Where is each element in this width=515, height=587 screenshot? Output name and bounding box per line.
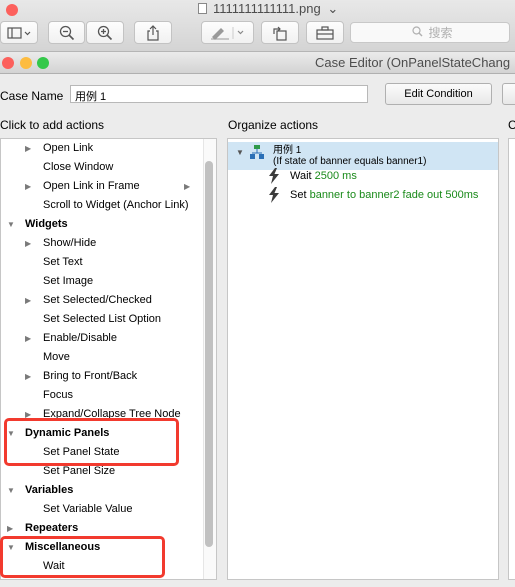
zoom-out-icon bbox=[59, 25, 75, 41]
preview-title: 1111111111111.png ⌄ bbox=[198, 1, 338, 17]
annotate-icon bbox=[209, 26, 247, 40]
collapse-triangle-icon[interactable]: ▼ bbox=[7, 215, 15, 234]
tree-action-item[interactable]: Set Text bbox=[1, 253, 201, 272]
tree-item-label: Variables bbox=[25, 484, 74, 496]
action-verb: Set bbox=[290, 189, 307, 201]
annotate-button[interactable] bbox=[201, 21, 254, 44]
editor-minimize-button[interactable] bbox=[20, 57, 32, 69]
tree-item-label: Set Variable Value bbox=[43, 503, 133, 515]
action-verb: Wait bbox=[290, 170, 312, 182]
expand-triangle-icon[interactable]: ▼ bbox=[236, 148, 244, 157]
zoom-in-icon bbox=[97, 25, 113, 41]
tree-item-label: Open Link in Frame bbox=[43, 180, 140, 192]
tree-action-item[interactable]: Set Variable Value bbox=[1, 500, 201, 519]
tree-item-label: Widgets bbox=[25, 218, 68, 230]
tree-item-label: Enable/Disable bbox=[43, 332, 117, 344]
action-settings-panel[interactable] bbox=[508, 138, 515, 580]
scrollbar-thumb[interactable] bbox=[205, 161, 213, 547]
lightning-icon bbox=[268, 187, 280, 209]
highlight-box bbox=[0, 536, 165, 578]
toolbox-icon bbox=[316, 25, 334, 40]
tree-action-item[interactable]: Move bbox=[1, 348, 201, 367]
share-button[interactable] bbox=[134, 21, 172, 44]
expand-triangle-icon[interactable]: ▶ bbox=[25, 139, 31, 158]
tree-action-item[interactable]: Set Image bbox=[1, 272, 201, 291]
tree-item-label: Bring to Front/Back bbox=[43, 370, 138, 382]
expand-triangle-icon[interactable]: ▶ bbox=[25, 177, 31, 196]
sidebar-icon bbox=[7, 26, 31, 39]
tree-action-item[interactable]: ▶ Open Link in Frame ▶ bbox=[1, 177, 201, 196]
document-icon bbox=[198, 3, 207, 14]
tree-item-label: Close Window bbox=[43, 161, 114, 173]
tree-item-label: Move bbox=[43, 351, 70, 363]
preview-toolbar: 1111111111111.png ⌄ 搜索 bbox=[0, 0, 515, 52]
sidebar-toggle-button[interactable] bbox=[0, 21, 38, 44]
case-name-row: Case Name 用例 1 Edit Condition bbox=[0, 80, 515, 108]
tree-item-label: Show/Hide bbox=[43, 237, 97, 249]
search-icon bbox=[412, 25, 423, 40]
rotate-button[interactable] bbox=[261, 21, 299, 44]
expand-triangle-icon[interactable]: ▶ bbox=[25, 329, 31, 348]
tree-action-item[interactable]: Focus bbox=[1, 386, 201, 405]
highlight-box bbox=[4, 418, 179, 466]
tree-item-label: Focus bbox=[43, 389, 73, 401]
tree-action-item[interactable]: ▶ Open Link bbox=[1, 139, 201, 158]
case-name-input[interactable]: 用例 1 bbox=[70, 85, 368, 103]
search-placeholder: 搜索 bbox=[428, 26, 453, 40]
tree-action-item[interactable]: Set Selected List Option bbox=[1, 310, 201, 329]
expand-triangle-icon[interactable]: ▶ bbox=[25, 234, 31, 253]
right-column-header: C bbox=[508, 118, 515, 132]
expand-triangle-icon[interactable]: ▶ bbox=[25, 291, 31, 310]
tree-action-item[interactable]: ▶ Enable/Disable bbox=[1, 329, 201, 348]
toolbox-button[interactable] bbox=[306, 21, 344, 44]
case-node[interactable]: ▼ 用例 1 (If state of banner equals banner… bbox=[228, 142, 498, 170]
search-field[interactable]: 搜索 bbox=[350, 22, 510, 43]
file-title: 1111111111111.png bbox=[213, 1, 321, 16]
tree-action-item[interactable]: ▶ Set Selected/Checked bbox=[1, 291, 201, 310]
middle-column-header: Organize actions bbox=[228, 118, 319, 132]
left-column-header: Click to add actions bbox=[0, 118, 105, 132]
expand-triangle-icon[interactable]: ▶ bbox=[25, 367, 31, 386]
close-window-button[interactable] bbox=[6, 4, 18, 16]
edit-condition-button[interactable]: Edit Condition bbox=[385, 83, 492, 105]
case-node-condition: (If state of banner equals banner1) bbox=[273, 156, 427, 167]
share-icon bbox=[146, 24, 160, 41]
collapse-triangle-icon[interactable]: ▼ bbox=[7, 481, 15, 500]
rotate-icon bbox=[272, 25, 288, 41]
tree-action-item[interactable]: Scroll to Widget (Anchor Link) bbox=[1, 196, 201, 215]
tree-item-label: Set Selected/Checked bbox=[43, 294, 152, 306]
actions-tree[interactable]: ▶ Open Link Close Window ▶ Open Link in Fram… bbox=[0, 138, 217, 580]
zoom-out-button[interactable] bbox=[48, 21, 85, 44]
editor-title: Case Editor (OnPanelStateChang bbox=[315, 55, 511, 70]
action-detail: banner to banner2 fade out 500ms bbox=[309, 189, 479, 201]
tree-item-label: Set Selected List Option bbox=[43, 313, 162, 325]
title-chevron-icon[interactable]: ⌄ bbox=[327, 1, 338, 16]
tree-item-label: Set Text bbox=[43, 256, 83, 268]
zoom-in-button[interactable] bbox=[86, 21, 124, 44]
tree-item-label: Set Image bbox=[43, 275, 94, 287]
tree-action-item[interactable]: ▶ Show/Hide bbox=[1, 234, 201, 253]
submenu-arrow-icon: ▶ bbox=[184, 182, 191, 191]
action-detail: 2500 ms bbox=[314, 170, 357, 182]
case-node-name: 用例 1 bbox=[273, 145, 302, 156]
editor-zoom-button[interactable] bbox=[37, 57, 49, 69]
tree-action-item[interactable]: Close Window bbox=[1, 158, 201, 177]
tree-item-label: Open Link bbox=[43, 142, 94, 154]
organize-actions-panel[interactable]: ▼ 用例 1 (If state of banner equals banner… bbox=[227, 138, 499, 580]
tree-action-item[interactable]: ▶ Bring to Front/Back bbox=[1, 367, 201, 386]
tree-category[interactable]: ▼ Variables bbox=[1, 481, 201, 500]
tree-category[interactable]: ▼ Widgets bbox=[1, 215, 201, 234]
tree-item-label: Scroll to Widget (Anchor Link) bbox=[43, 199, 189, 211]
case-tree-icon bbox=[250, 145, 264, 162]
editor-close-button[interactable] bbox=[2, 57, 14, 69]
clear-condition-button[interactable] bbox=[502, 83, 515, 105]
case-name-label: Case Name bbox=[0, 89, 64, 103]
